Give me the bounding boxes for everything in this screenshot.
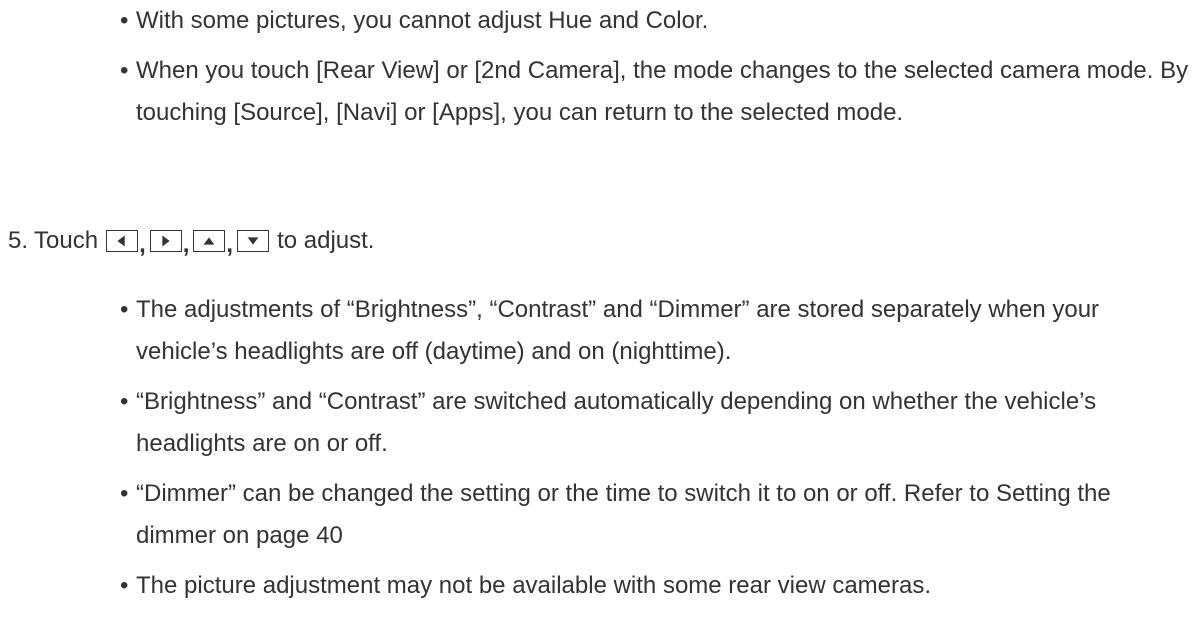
step-prefix: Touch [34,227,99,254]
list-item: • “Dimmer” can be changed the setting or… [120,473,1190,557]
step-5: 5. Touch , , , to adjust. [8,220,374,262]
right-arrow-icon [149,230,182,252]
bullet-marker: • [120,57,129,84]
list-item-text: When you touch [Rear View] or [2nd Camer… [136,57,1189,126]
bullet-marker: • [120,388,129,415]
bullet-marker: • [120,7,129,34]
list-item: • The adjustments of “Brightness”, “Cont… [120,289,1190,373]
list-item: • The picture adjustment may not be avai… [120,565,1190,607]
bullet-marker: • [120,480,129,507]
list-item: • With some pictures, you cannot adjust … [120,0,1190,42]
note-list-top: • With some pictures, you cannot adjust … [120,0,1190,142]
bullet-marker: • [120,572,129,599]
up-arrow-icon [193,230,226,252]
list-item-text: The adjustments of “Brightness”, “Contra… [136,296,1100,365]
list-item-text: “Dimmer” can be changed the setting or t… [136,480,1111,549]
list-item-text: “Brightness” and “Contrast” are switched… [136,388,1097,457]
separator: , [226,231,234,258]
step-suffix: to adjust. [277,227,375,254]
note-list-bottom: • The adjustments of “Brightness”, “Cont… [120,289,1190,615]
list-item: • “Brightness” and “Contrast” are switch… [120,381,1190,465]
left-arrow-icon [106,230,139,252]
list-item-text: The picture adjustment may not be availa… [136,572,932,599]
manual-page: • With some pictures, you cannot adjust … [0,0,1200,634]
list-item: • When you touch [Rear View] or [2nd Cam… [120,50,1190,134]
separator: , [139,231,146,258]
bullet-marker: • [120,296,129,323]
list-item-text: With some pictures, you cannot adjust Hu… [136,7,709,34]
separator: , [182,231,190,258]
down-arrow-icon [237,230,270,252]
step-number: 5. [8,227,29,254]
